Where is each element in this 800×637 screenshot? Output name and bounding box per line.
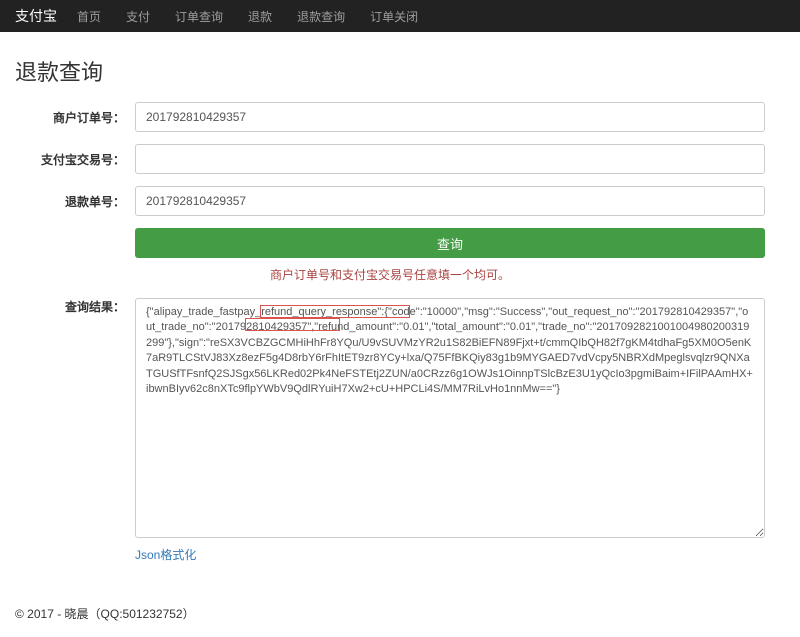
alipay-trade-input[interactable] — [135, 144, 765, 174]
result-textarea[interactable] — [135, 298, 765, 538]
navbar-brand[interactable]: 支付宝 — [15, 6, 57, 26]
hint-text: 商户订单号和支付宝交易号任意填一个均可。 — [15, 266, 765, 283]
row-submit: 查询 — [135, 228, 765, 258]
nav-home[interactable]: 首页 — [77, 8, 101, 25]
nav-order-close[interactable]: 订单关闭 — [370, 8, 418, 25]
result-label: 查询结果： — [15, 298, 135, 315]
row-result: 查询结果： Json格式化 — [15, 298, 765, 563]
refund-order-label: 退款单号： — [15, 193, 135, 210]
nav-refund-query[interactable]: 退款查询 — [297, 8, 345, 25]
refund-order-input[interactable] — [135, 186, 765, 216]
alipay-trade-label: 支付宝交易号： — [15, 151, 135, 168]
row-refund-order: 退款单号： — [15, 186, 765, 216]
merchant-order-input[interactable] — [135, 102, 765, 132]
row-alipay-trade: 支付宝交易号： — [15, 144, 765, 174]
nav-refund[interactable]: 退款 — [248, 8, 272, 25]
submit-button[interactable]: 查询 — [135, 228, 765, 258]
json-format-link[interactable]: Json格式化 — [135, 546, 196, 563]
nav-pay[interactable]: 支付 — [126, 8, 150, 25]
footer: © 2017 - 晓晨（QQ:501232752） — [0, 590, 800, 637]
row-merchant-order: 商户订单号： — [15, 102, 765, 132]
navbar: 支付宝 首页 支付 订单查询 退款 退款查询 订单关闭 — [0, 0, 800, 32]
merchant-order-label: 商户订单号： — [15, 109, 135, 126]
main-container: 退款查询 商户订单号： 支付宝交易号： 退款单号： 查询 商户订单号和支付宝交易… — [0, 32, 780, 590]
page-title: 退款查询 — [15, 55, 765, 87]
nav-order-query[interactable]: 订单查询 — [175, 8, 223, 25]
